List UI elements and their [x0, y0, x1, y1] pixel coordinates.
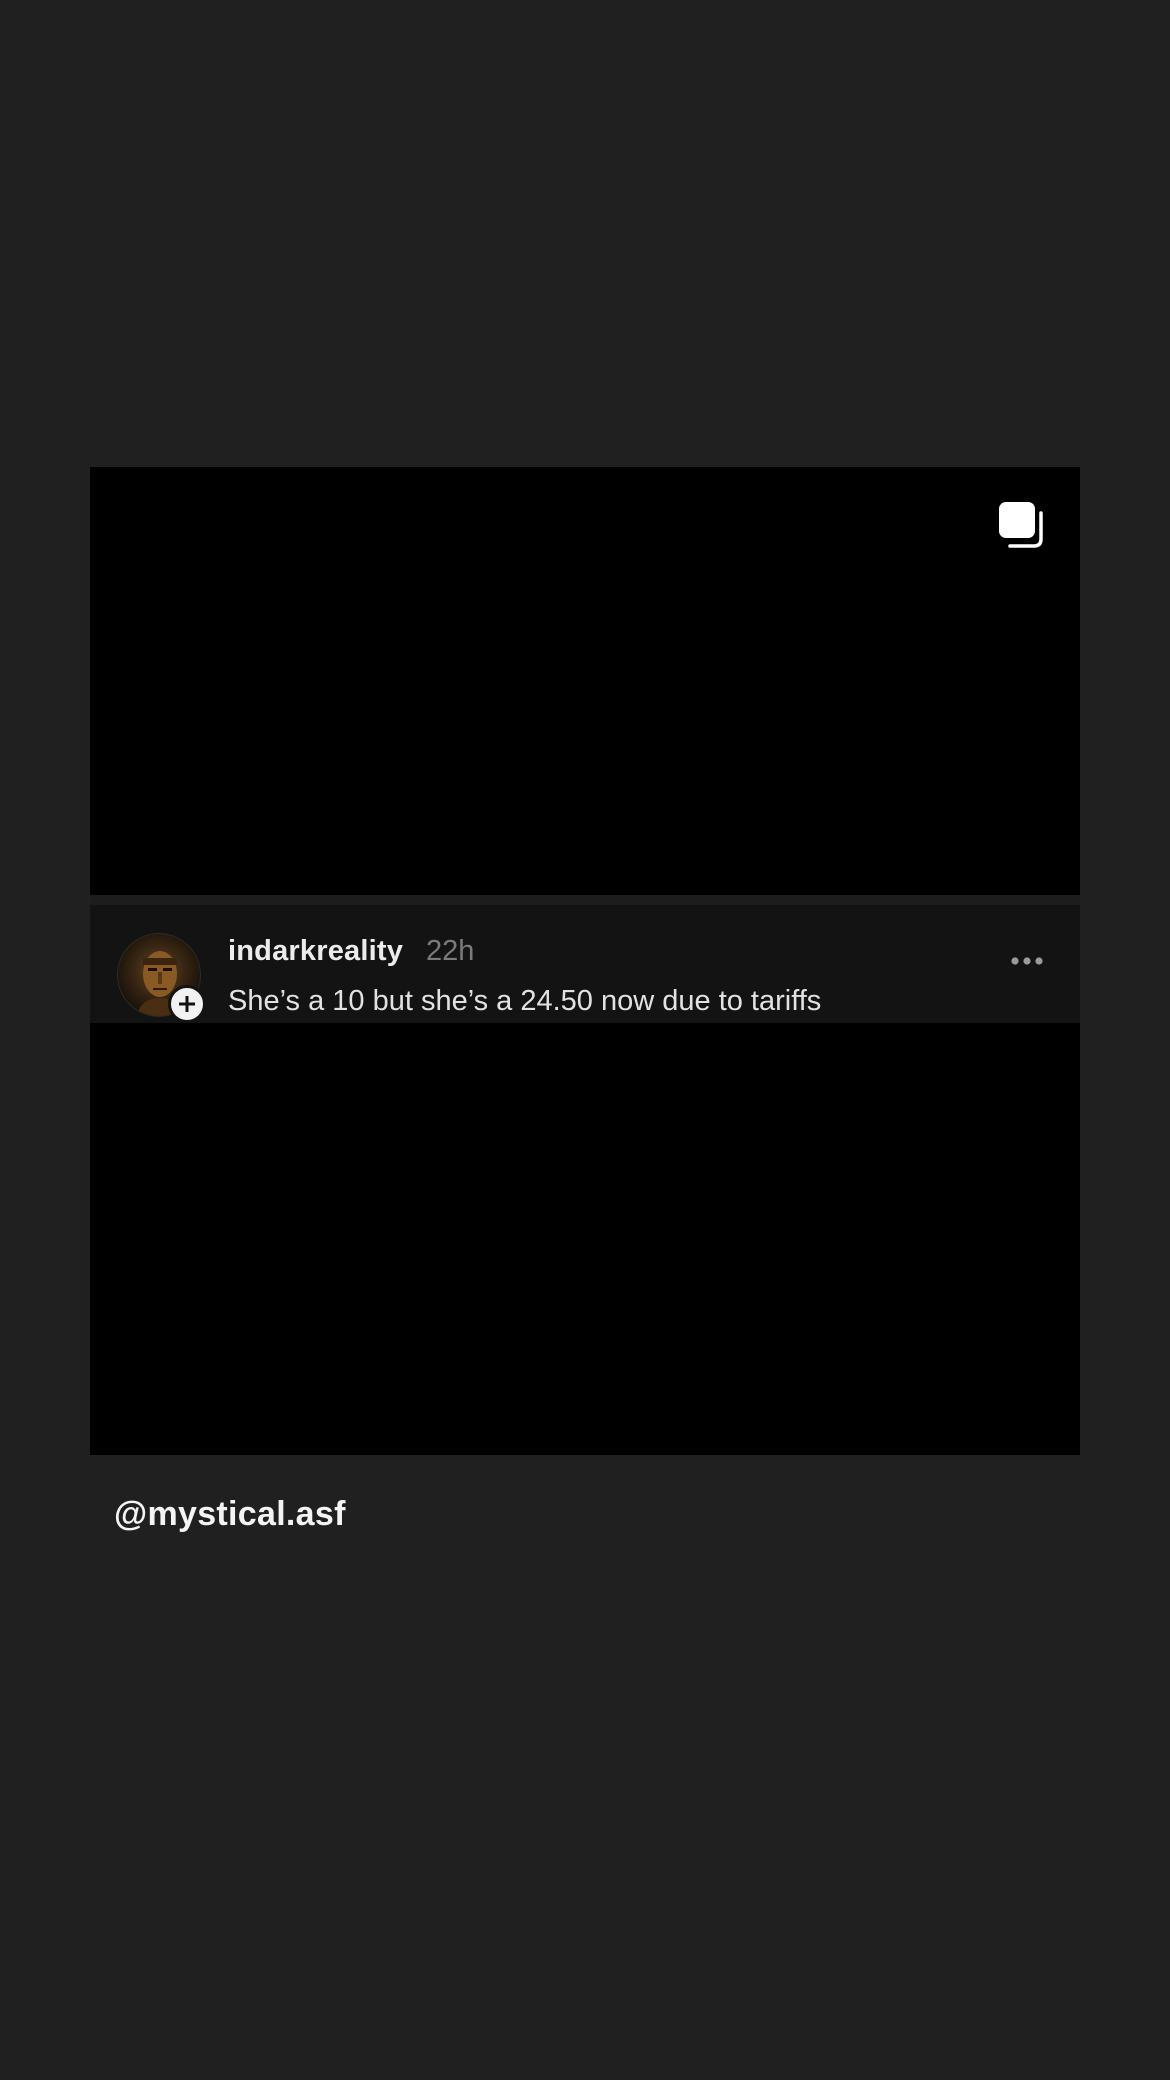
credit-handle: @mystical.asf — [114, 1495, 346, 1533]
more-options-icon[interactable] — [1010, 953, 1044, 965]
plus-icon[interactable] — [168, 985, 206, 1023]
thread-post-screenshot: indarkreality 22h She’s a 10 but she’s a… — [90, 895, 1080, 1023]
multiple-images-icon[interactable] — [996, 499, 1046, 549]
username[interactable]: indarkreality — [228, 935, 403, 968]
timestamp: 22h — [426, 935, 475, 967]
post-text: She’s a 10 but she’s a 24.50 now due to … — [228, 985, 822, 1017]
post-image[interactable]: indarkreality 22h She’s a 10 but she’s a… — [90, 467, 1080, 1455]
